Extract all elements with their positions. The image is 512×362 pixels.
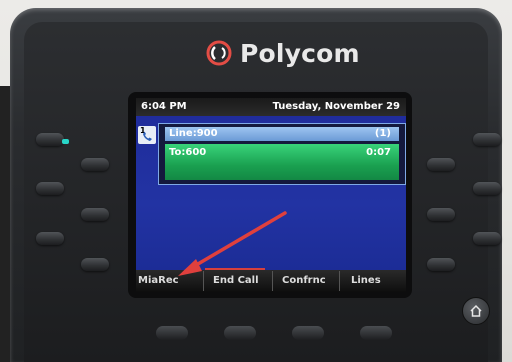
softkey-button-3[interactable] bbox=[292, 326, 324, 340]
softkey-button-1[interactable] bbox=[156, 326, 188, 340]
home-icon bbox=[470, 304, 482, 317]
softkey-button-4[interactable] bbox=[360, 326, 392, 340]
softkey-button-2[interactable] bbox=[224, 326, 256, 340]
home-button[interactable] bbox=[462, 297, 490, 325]
red-annotation-arrow bbox=[178, 211, 287, 276]
